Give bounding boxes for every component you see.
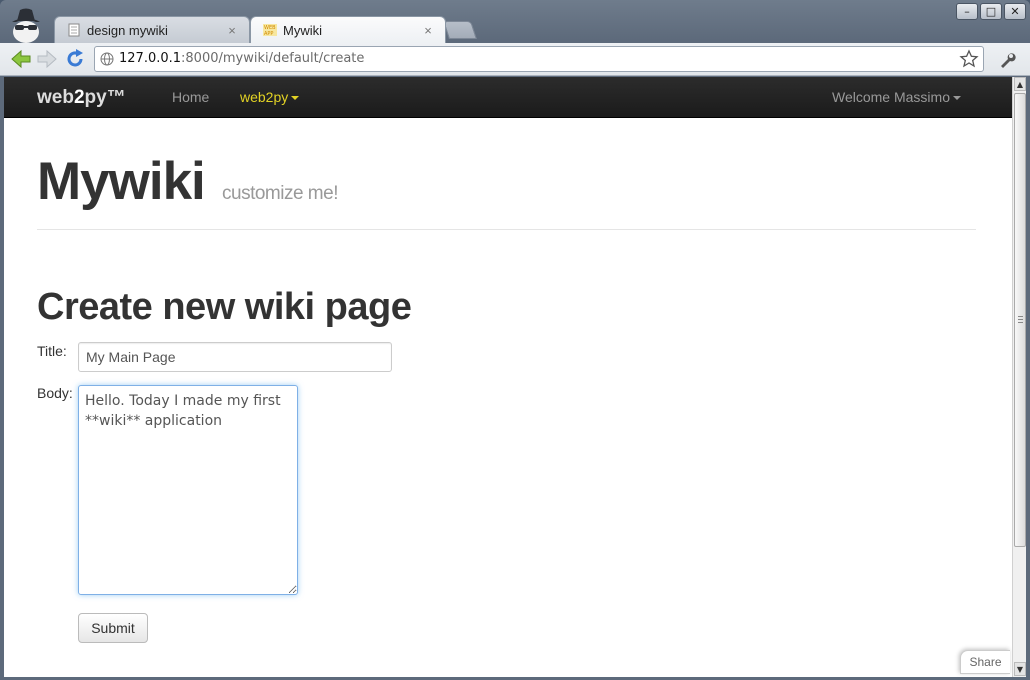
new-tab-button[interactable] xyxy=(443,21,477,39)
app-subtitle: customize me! xyxy=(222,183,338,204)
browser-toolbar: 127.0.0.1:8000/mywiki/default/create xyxy=(0,43,1030,76)
address-bar[interactable]: 127.0.0.1:8000/mywiki/default/create xyxy=(94,46,984,72)
top-navbar: web2py™ Home web2py Welcome Massimo xyxy=(4,77,1012,118)
tab-title: design mywiki xyxy=(87,22,168,38)
scroll-thumb[interactable] xyxy=(1014,93,1026,547)
nav-home-link[interactable]: Home xyxy=(172,89,209,105)
url-host: 127.0.0.1 xyxy=(119,51,182,66)
nav-user-menu[interactable]: Welcome Massimo xyxy=(832,89,961,105)
brand-text-tail: py™ xyxy=(84,87,126,108)
page-icon xyxy=(68,23,80,37)
page-heading: Create new wiki page xyxy=(37,286,412,328)
svg-text:APP: APP xyxy=(264,31,273,37)
app-title: Mywiki xyxy=(37,152,206,211)
share-button[interactable]: Share xyxy=(960,650,1010,674)
close-window-button[interactable]: ✕ xyxy=(1004,3,1026,20)
maximize-button[interactable]: □ xyxy=(980,3,1002,20)
brand-text-main: web xyxy=(37,87,74,108)
forward-arrow-icon[interactable] xyxy=(36,48,58,70)
page-header: Mywiki customize me! xyxy=(37,151,976,230)
tab-close-icon[interactable]: × xyxy=(225,23,239,38)
tab-design-mywiki[interactable]: design mywiki × xyxy=(54,16,250,43)
caret-down-icon xyxy=(291,96,300,101)
browser-window: design mywiki × WEB APP Mywiki × – □ ✕ 1… xyxy=(0,0,1030,680)
brand-logo[interactable]: web2py™ xyxy=(37,87,126,109)
minimize-button[interactable]: – xyxy=(956,3,978,20)
scroll-up-arrow-icon[interactable]: ▲ xyxy=(1014,77,1026,91)
nav-user-label: Welcome Massimo xyxy=(832,89,950,105)
tab-title: Mywiki xyxy=(283,22,322,38)
caret-down-icon xyxy=(953,96,961,101)
back-arrow-icon[interactable] xyxy=(10,48,32,70)
title-input[interactable] xyxy=(78,342,392,372)
scroll-down-arrow-icon[interactable]: ▼ xyxy=(1014,662,1026,676)
vertical-scrollbar[interactable]: ▲ ▼ xyxy=(1012,77,1026,677)
nav-web2py-label: web2py xyxy=(240,89,289,105)
grip-icon xyxy=(1018,316,1023,323)
web2py-favicon-icon: WEB APP xyxy=(263,24,277,37)
submit-button[interactable]: Submit xyxy=(78,613,148,643)
body-label: Body: xyxy=(37,385,73,401)
tab-close-icon[interactable]: × xyxy=(421,23,435,38)
body-textarea[interactable]: Hello. Today I made my first **wiki** ap… xyxy=(78,385,298,595)
globe-icon xyxy=(100,52,114,66)
nav-web2py-menu[interactable]: web2py xyxy=(240,89,300,105)
incognito-icon xyxy=(12,8,40,43)
window-controls: – □ ✕ xyxy=(956,3,1026,20)
page-viewport: web2py™ Home web2py Welcome Massimo Mywi… xyxy=(4,77,1012,677)
bookmark-star-icon[interactable] xyxy=(959,49,979,69)
wrench-icon[interactable] xyxy=(998,51,1016,69)
title-label: Title: xyxy=(37,343,67,359)
url-path: :8000/mywiki/default/create xyxy=(181,51,365,66)
reload-icon[interactable] xyxy=(64,48,86,70)
tab-mywiki[interactable]: WEB APP Mywiki × xyxy=(250,16,446,43)
brand-text-bold: 2 xyxy=(73,87,85,108)
